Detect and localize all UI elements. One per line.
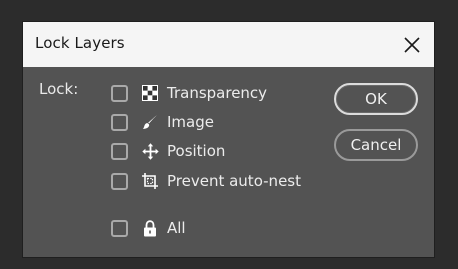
lock-layers-dialog: Lock Layers Lock: Transparency Image Pos… [23, 22, 434, 257]
image-label: Image [167, 113, 214, 131]
position-checkbox[interactable] [111, 142, 128, 160]
transparency-checkbox[interactable] [111, 84, 128, 102]
lock-label: Lock: [39, 80, 79, 98]
image-checkbox[interactable] [111, 113, 128, 131]
option-transparency[interactable]: Transparency [111, 81, 267, 105]
move-arrows-icon [141, 142, 159, 160]
checkerboard-icon [141, 84, 159, 102]
dialog-title: Lock Layers [35, 34, 125, 52]
brush-icon [141, 113, 159, 131]
ok-button[interactable]: OK [334, 83, 418, 115]
all-label: All [167, 219, 186, 237]
option-image[interactable]: Image [111, 110, 214, 134]
prevent-auto-nest-checkbox[interactable] [111, 172, 128, 190]
artboard-icon [141, 172, 159, 190]
cancel-button[interactable]: Cancel [334, 129, 418, 161]
position-label: Position [167, 142, 226, 160]
option-prevent-auto-nest[interactable]: Prevent auto-nest [111, 169, 301, 193]
close-icon [404, 36, 420, 53]
close-button[interactable] [390, 22, 434, 67]
prevent-auto-nest-label: Prevent auto-nest [167, 172, 301, 190]
all-checkbox[interactable] [111, 219, 128, 237]
option-position[interactable]: Position [111, 139, 225, 163]
dialog-titlebar: Lock Layers [23, 22, 434, 67]
transparency-label: Transparency [167, 84, 268, 102]
lock-icon [141, 219, 159, 237]
option-all[interactable]: All [111, 216, 186, 240]
